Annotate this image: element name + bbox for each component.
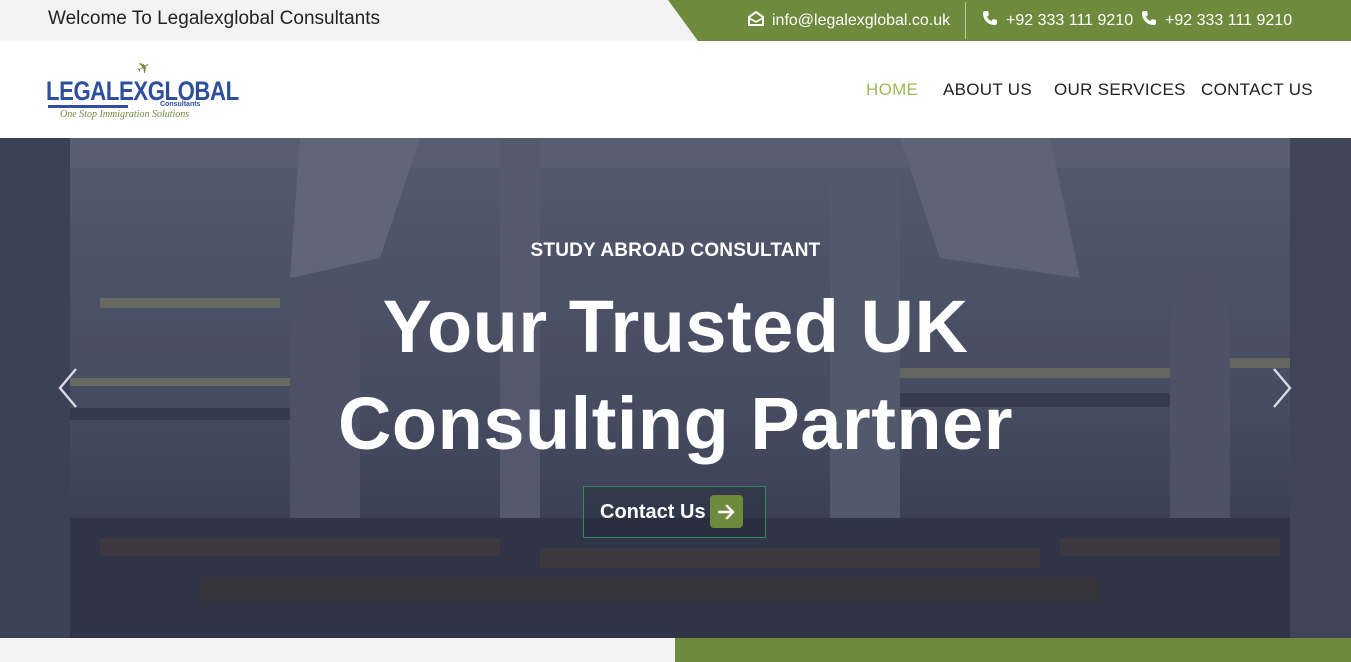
hero-slider: STUDY ABROAD CONSULTANT Your Trusted UK … <box>0 138 1351 638</box>
phone-text-1: +92 333 111 9210 <box>1006 11 1134 29</box>
envelope-open-icon <box>748 10 764 31</box>
email-link[interactable]: info@legalexglobal.co.uk <box>748 0 950 41</box>
nav-item-our-services[interactable]: OUR SERVICES <box>1054 41 1186 138</box>
nav-item-contact-us[interactable]: CONTACT US <box>1201 41 1313 138</box>
logo-subtitle: Consultants <box>160 101 201 108</box>
bottom-band-left <box>0 638 675 662</box>
bottom-band-right <box>675 638 1351 662</box>
hero-title-line-2: Consulting Partner <box>337 382 1014 465</box>
phone-icon <box>982 10 998 31</box>
contact-divider <box>965 2 966 39</box>
nav-link-contact-us[interactable]: CONTACT US <box>1201 80 1313 100</box>
welcome-text: Welcome To Legalexglobal Consultants <box>48 8 380 29</box>
logo-tagline: One Stop Immigration Solutions <box>60 109 190 120</box>
hero-eyebrow: STUDY ABROAD CONSULTANT <box>530 240 821 261</box>
nav-item-about-us[interactable]: ABOUT US <box>943 41 1032 138</box>
phone-link-2[interactable]: +92 333 111 9210 <box>1141 0 1292 41</box>
email-text: info@legalexglobal.co.uk <box>772 11 951 29</box>
hero-title: Your Trusted UK Consulting Partner <box>0 278 1351 472</box>
nav-link-our-services[interactable]: OUR SERVICES <box>1054 80 1186 100</box>
site-logo[interactable]: LEGALEXGLOBAL ✈ Consultants One Stop Imm… <box>46 58 239 124</box>
slider-next-button[interactable] <box>1266 366 1296 410</box>
phone-link-1[interactable]: +92 333 111 9210 <box>982 0 1133 41</box>
top-bar: Welcome To Legalexglobal Consultants inf… <box>0 0 1351 41</box>
nav-link-about-us[interactable]: ABOUT US <box>943 80 1032 100</box>
arrow-right-icon <box>710 495 743 528</box>
nav-link-home[interactable]: HOME <box>866 80 918 100</box>
phone-icon <box>1141 10 1157 31</box>
contact-us-button-label: Contact Us <box>600 500 706 523</box>
nav-item-home[interactable]: HOME <box>866 41 918 138</box>
site-header: LEGALEXGLOBAL ✈ Consultants One Stop Imm… <box>0 41 1351 138</box>
logo-underline <box>48 105 128 108</box>
chevron-left-icon <box>58 368 77 408</box>
slider-prev-button[interactable] <box>54 366 84 410</box>
contact-us-button[interactable]: Contact Us <box>583 486 766 538</box>
chevron-right-icon <box>1273 368 1292 408</box>
logo-wordmark: LEGALEXGLOBAL <box>46 76 239 106</box>
phone-text-2: +92 333 111 9210 <box>1165 11 1293 29</box>
hero-title-line-1: Your Trusted UK <box>382 285 969 368</box>
